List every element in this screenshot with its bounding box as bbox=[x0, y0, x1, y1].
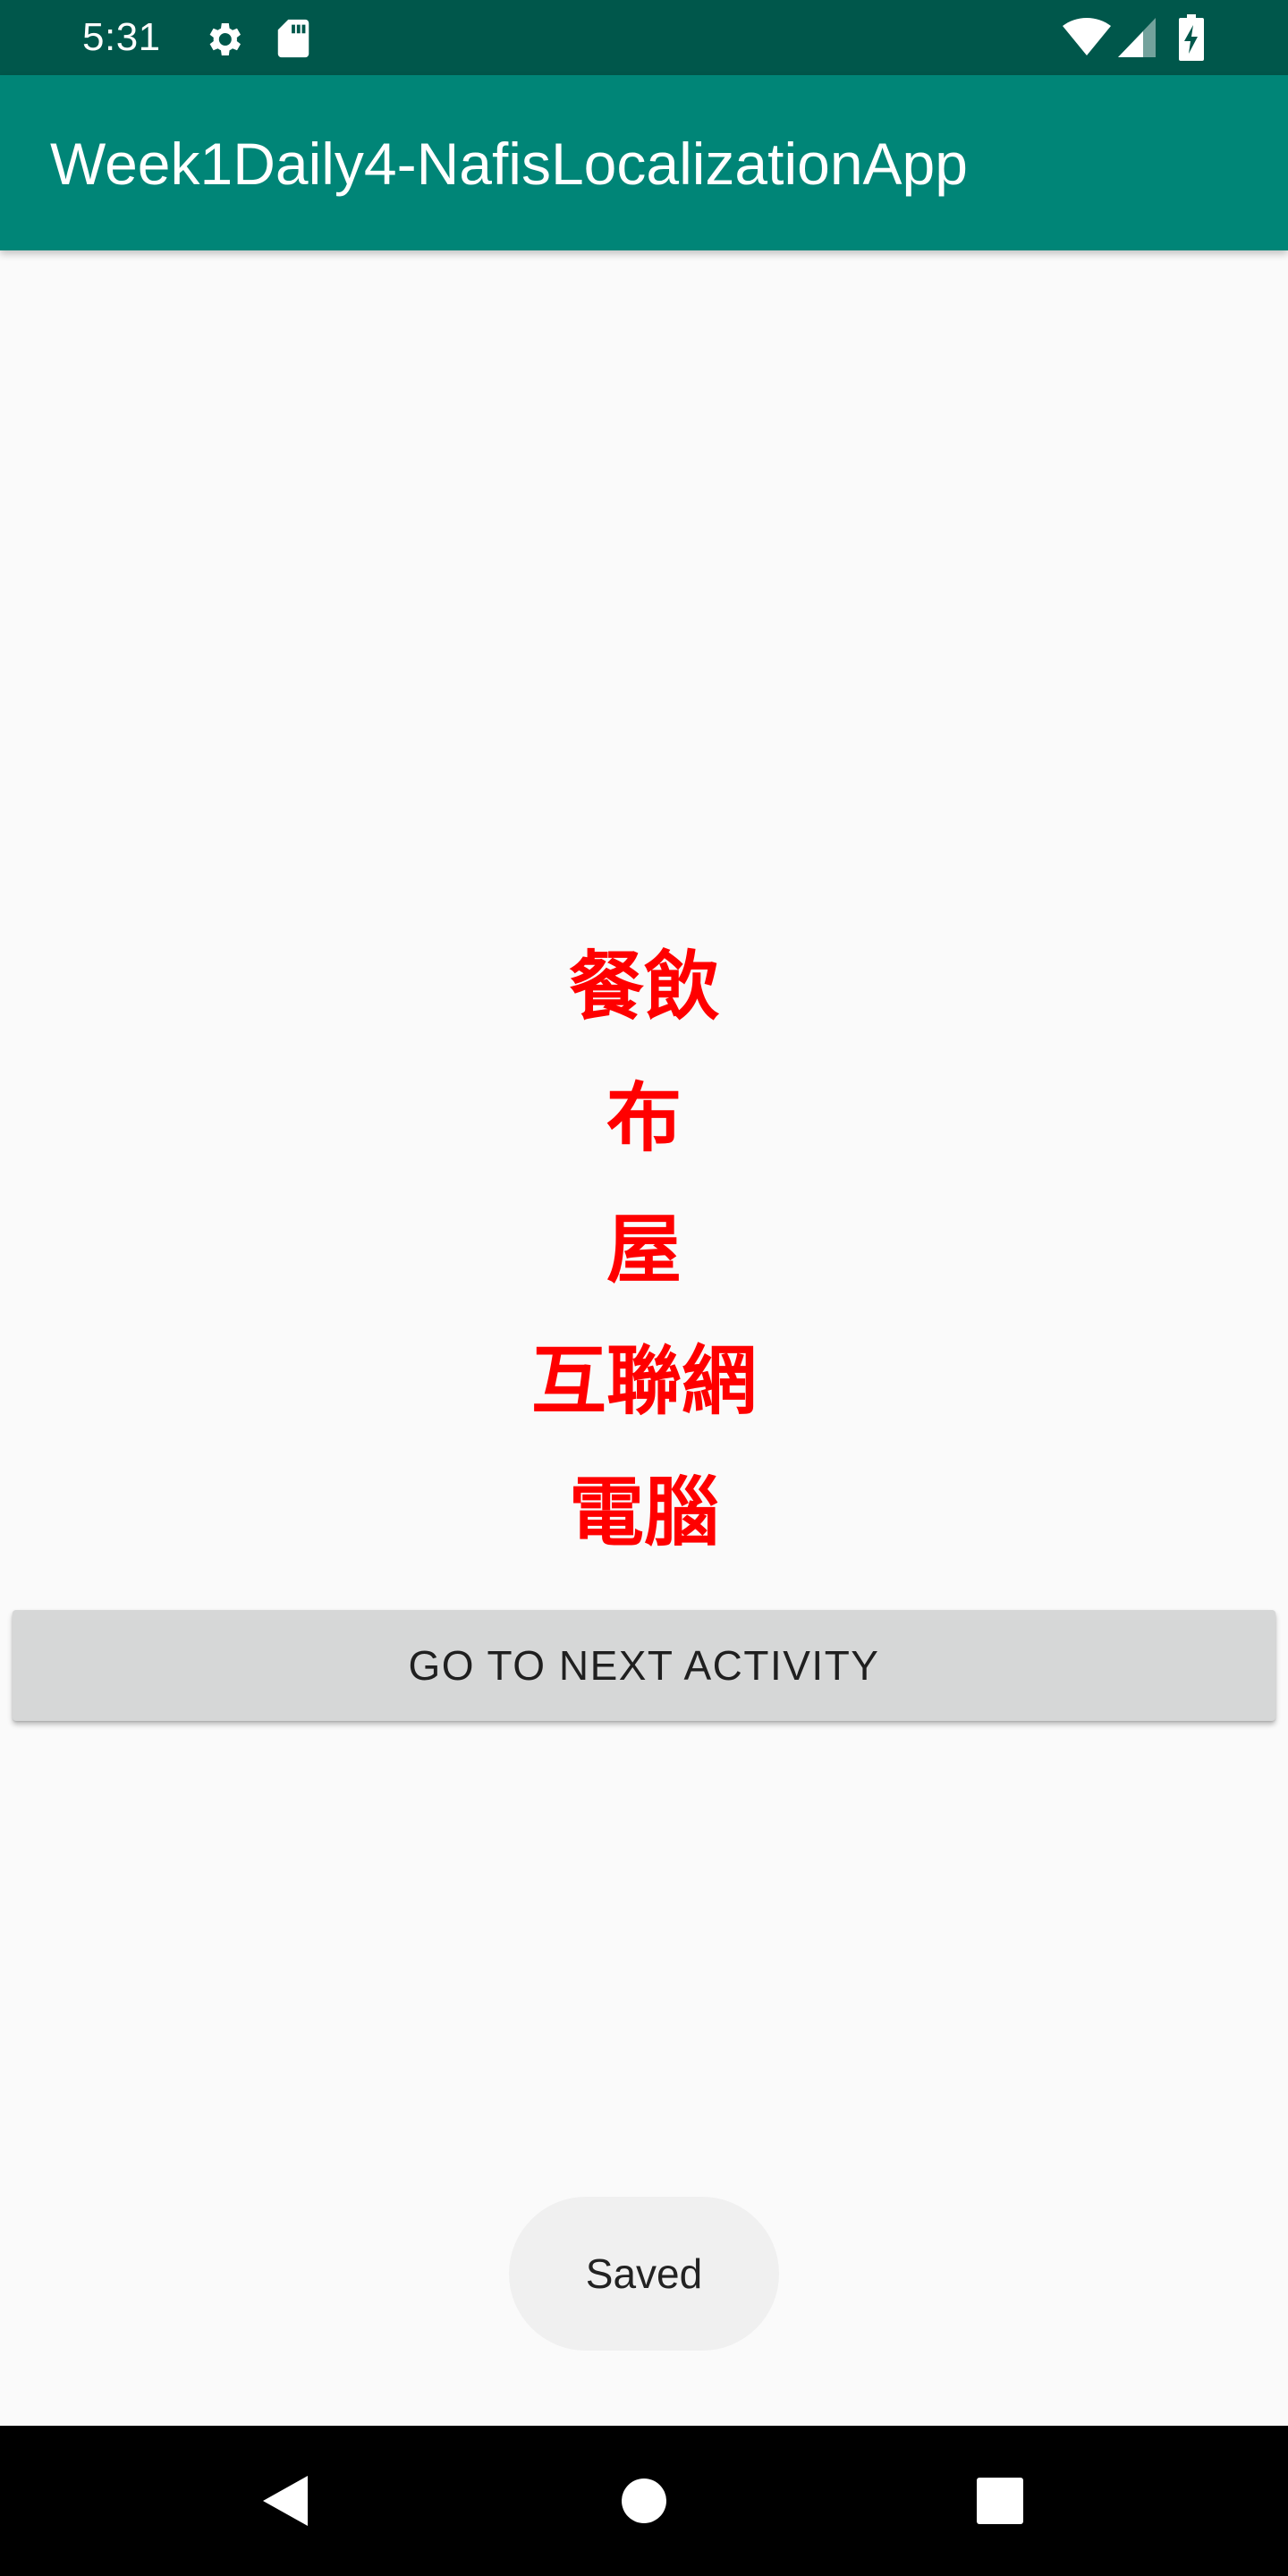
home-button[interactable] bbox=[555, 2426, 733, 2576]
gear-icon bbox=[209, 23, 241, 55]
status-time: 5:31 bbox=[82, 15, 161, 59]
battery-charging-icon bbox=[1179, 14, 1204, 61]
word-text: 互聯網 bbox=[530, 1337, 757, 1425]
back-icon bbox=[263, 2476, 308, 2526]
go-to-next-activity-button[interactable]: GO TO NEXT ACTIVITY bbox=[13, 1610, 1275, 1721]
app-title: Week1Daily4-NafisLocalizationApp bbox=[50, 131, 968, 197]
word-text: 餐飲 bbox=[568, 943, 719, 1030]
word-list: 餐飲 布 屋 互聯網 電腦 bbox=[0, 921, 1288, 1579]
app-bar: Week1Daily4-NafisLocalizationApp bbox=[0, 75, 1288, 250]
word-text: 屋 bbox=[606, 1206, 682, 1293]
back-button[interactable] bbox=[196, 2426, 375, 2576]
sd-card-icon bbox=[277, 19, 309, 58]
wifi-icon bbox=[1063, 18, 1111, 55]
navigation-bar bbox=[0, 2426, 1288, 2576]
toast-message: Saved bbox=[509, 2197, 779, 2351]
cell-signal-icon bbox=[1118, 18, 1156, 57]
recents-button[interactable] bbox=[911, 2426, 1089, 2576]
word-text: 電腦 bbox=[568, 1469, 719, 1556]
recents-icon bbox=[977, 2478, 1023, 2524]
word-text: 布 bbox=[606, 1074, 682, 1162]
home-icon bbox=[622, 2479, 666, 2523]
status-bar: 5:31 bbox=[0, 0, 1288, 75]
